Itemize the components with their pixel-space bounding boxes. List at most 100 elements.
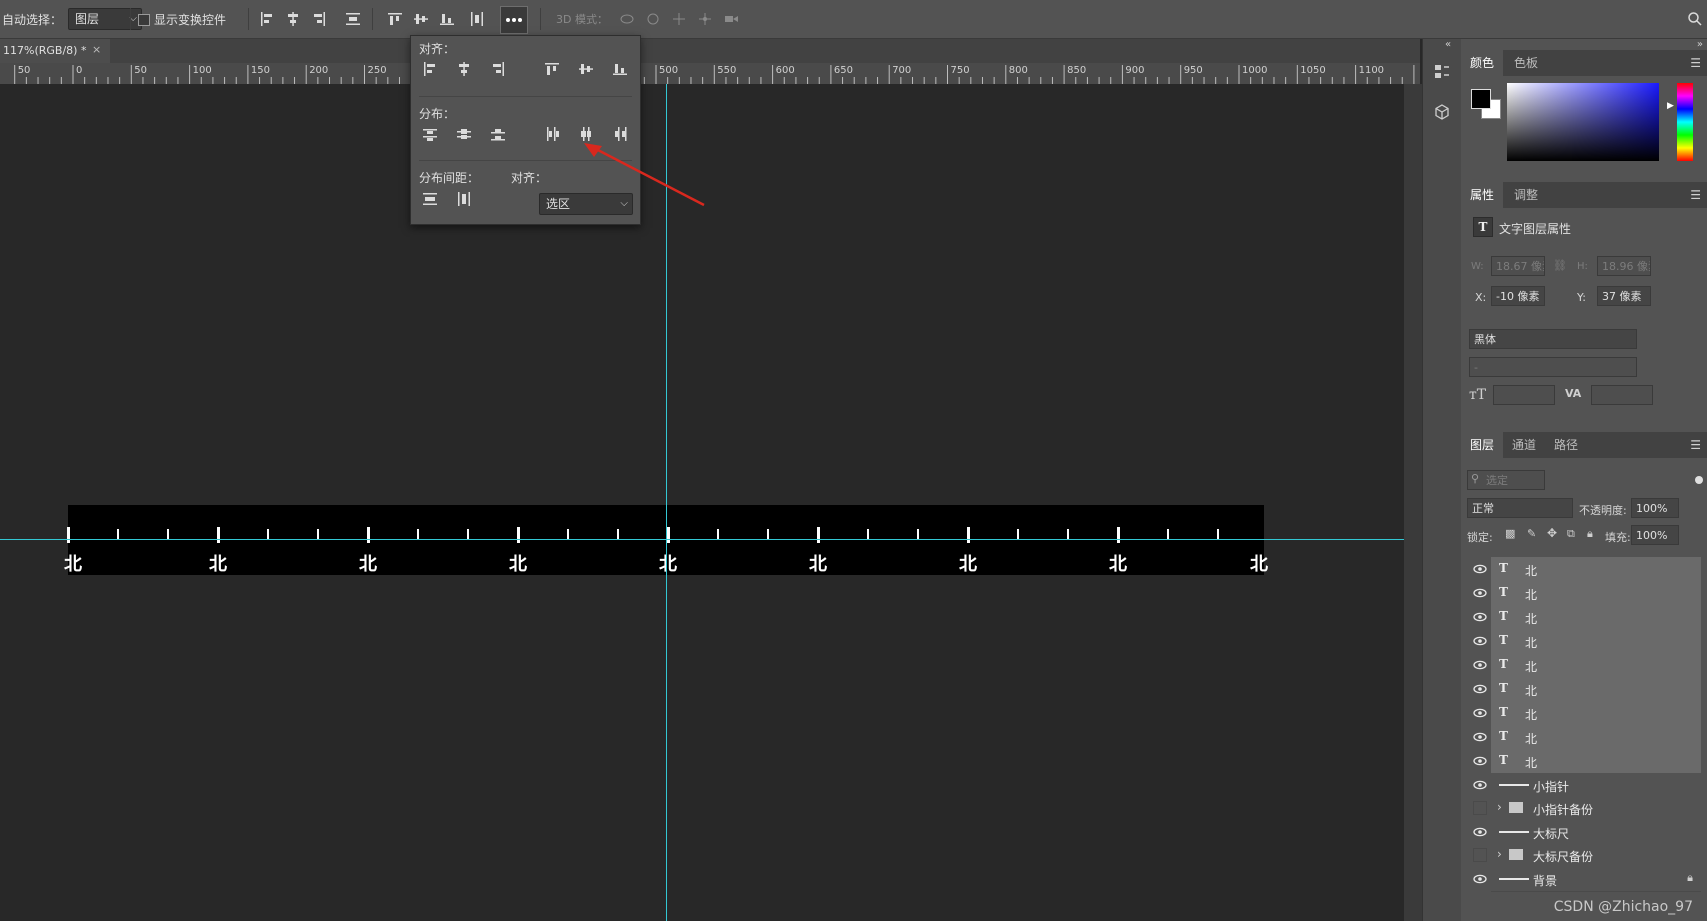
layer-row[interactable]: T北 <box>1461 605 1707 630</box>
layer-body[interactable]: T北 <box>1491 605 1701 630</box>
roll-3d-icon[interactable] <box>642 8 664 30</box>
align-top-icon[interactable] <box>384 8 406 30</box>
font-size-field[interactable] <box>1493 385 1555 405</box>
eye-icon[interactable] <box>1473 872 1487 886</box>
foreground-color-swatch[interactable] <box>1471 89 1491 109</box>
align-vertical-center-icon[interactable] <box>575 58 597 80</box>
horizontal-ruler[interactable]: 5005010015020025030035040045050055060065… <box>0 63 1420 85</box>
layer-body[interactable]: T北 <box>1491 701 1701 726</box>
eye-icon[interactable] <box>1473 754 1487 768</box>
layer-body[interactable]: T北 <box>1491 581 1701 606</box>
tab-color[interactable]: 颜色 <box>1461 50 1504 76</box>
layer-row[interactable]: 背景 🔒︎ <box>1461 866 1707 892</box>
distribute-horizontal-spacing-icon[interactable] <box>453 188 475 210</box>
align-bottom-icon[interactable] <box>609 58 631 80</box>
tab-adjustments[interactable]: 调整 <box>1505 182 1547 208</box>
layer-row[interactable]: T北 <box>1461 749 1707 774</box>
chevron-right-icon[interactable]: › <box>1497 800 1502 814</box>
layer-row[interactable]: T北 <box>1461 557 1707 582</box>
close-icon[interactable]: × <box>92 43 101 56</box>
distribute-vcenter-icon[interactable] <box>453 123 475 145</box>
layer-body[interactable]: T北 <box>1491 653 1701 678</box>
history-icon[interactable] <box>1431 61 1453 83</box>
eye-icon[interactable] <box>1473 610 1487 624</box>
layer-body[interactable]: T北 <box>1491 749 1701 774</box>
search-icon[interactable] <box>1684 8 1706 30</box>
layer-row[interactable]: T北 <box>1461 701 1707 726</box>
distribute-top-icon[interactable] <box>419 123 441 145</box>
more-options-button[interactable] <box>500 6 528 34</box>
lock-all-icon[interactable]: 🔒︎ <box>1587 527 1593 541</box>
eye-icon[interactable] <box>1473 586 1487 600</box>
distribute-left-icon[interactable] <box>541 123 563 145</box>
tab-layers[interactable]: 图层 <box>1461 432 1504 458</box>
panel-menu-icon[interactable]: ☰ <box>1690 438 1701 452</box>
orbit-3d-icon[interactable] <box>616 8 638 30</box>
tab-swatches[interactable]: 色板 <box>1505 50 1547 76</box>
3d-cube-icon[interactable] <box>1431 101 1453 123</box>
font-style-dropdown[interactable]: - <box>1469 357 1637 377</box>
eye-icon[interactable] <box>1473 562 1487 576</box>
opacity-field[interactable]: 100% <box>1631 498 1679 518</box>
fill-field[interactable]: 100% <box>1631 525 1679 545</box>
font-family-dropdown[interactable]: 黑体 <box>1469 329 1637 349</box>
collapse-arrows-icon[interactable]: » <box>1697 39 1703 50</box>
align-right-icon[interactable] <box>487 58 509 80</box>
eye-icon[interactable] <box>1473 825 1487 839</box>
width-field[interactable]: 18.67 像素 <box>1491 256 1545 276</box>
align-left-icon[interactable] <box>256 8 278 30</box>
eye-icon[interactable] <box>1473 730 1487 744</box>
panel-menu-icon[interactable]: ☰ <box>1690 56 1701 70</box>
pan-3d-icon[interactable] <box>668 8 690 30</box>
eye-icon[interactable] <box>1473 682 1487 696</box>
layer-body[interactable]: › 小指针备份 <box>1491 796 1701 821</box>
layer-row[interactable]: › 大标尺备份 <box>1461 843 1707 868</box>
align-horizontal-center-icon[interactable] <box>453 58 475 80</box>
layer-row[interactable]: T北 <box>1461 677 1707 702</box>
layer-row[interactable]: 小指针 <box>1461 772 1707 798</box>
layer-row[interactable]: T北 <box>1461 725 1707 750</box>
color-picker-field[interactable] <box>1507 83 1659 161</box>
layer-body[interactable]: 大标尺 <box>1491 819 1701 845</box>
align-left-icon[interactable] <box>419 58 441 80</box>
layer-body[interactable]: 小指针 <box>1491 772 1701 798</box>
align-horizontal-center-icon[interactable] <box>282 8 304 30</box>
layer-body[interactable]: 背景 🔒︎ <box>1491 866 1701 892</box>
distribute-horizontal-icon[interactable] <box>466 8 488 30</box>
visibility-toggle[interactable] <box>1473 848 1487 862</box>
x-field[interactable]: -10 像素 <box>1491 286 1545 306</box>
blend-mode-dropdown[interactable]: 正常 <box>1467 498 1573 518</box>
panel-menu-icon[interactable]: ☰ <box>1690 188 1701 202</box>
tab-channels[interactable]: 通道 <box>1503 432 1545 458</box>
show-transform-checkbox[interactable] <box>138 14 150 26</box>
hue-slider-handle-icon[interactable]: ▶ <box>1667 101 1674 111</box>
tracking-field[interactable] <box>1591 385 1653 405</box>
lock-position-icon[interactable]: ✥ <box>1547 526 1557 540</box>
y-field[interactable]: 37 像素 <box>1597 286 1651 306</box>
layer-row[interactable]: T北 <box>1461 629 1707 654</box>
horizontal-guide[interactable] <box>0 539 1404 540</box>
align-top-icon[interactable] <box>541 58 563 80</box>
document-tab[interactable]: 117%(RGB/8) * × <box>0 39 110 63</box>
distribute-vertical-icon[interactable] <box>342 8 364 30</box>
layer-body[interactable]: › 大标尺备份 <box>1491 843 1701 868</box>
height-field[interactable]: 18.96 像素 <box>1597 256 1651 276</box>
scale-3d-icon[interactable] <box>720 8 742 30</box>
layer-row[interactable]: T北 <box>1461 581 1707 606</box>
layer-row[interactable]: T北 <box>1461 653 1707 678</box>
align-bottom-icon[interactable] <box>436 8 458 30</box>
tab-properties[interactable]: 属性 <box>1461 182 1504 208</box>
link-icon[interactable]: ⛓ <box>1553 259 1567 272</box>
layer-body[interactable]: T北 <box>1491 725 1701 750</box>
eye-icon[interactable] <box>1473 658 1487 672</box>
visibility-toggle[interactable] <box>1473 801 1487 815</box>
lock-transparent-icon[interactable]: ▩ <box>1505 527 1515 540</box>
eye-icon[interactable] <box>1473 778 1487 792</box>
align-right-icon[interactable] <box>308 8 330 30</box>
layer-body[interactable]: T北 <box>1491 677 1701 702</box>
layer-row[interactable]: 大标尺 <box>1461 819 1707 845</box>
tab-paths[interactable]: 路径 <box>1545 432 1587 458</box>
eye-icon[interactable] <box>1473 634 1487 648</box>
eye-icon[interactable] <box>1473 706 1487 720</box>
layer-body[interactable]: T北 <box>1491 629 1701 654</box>
